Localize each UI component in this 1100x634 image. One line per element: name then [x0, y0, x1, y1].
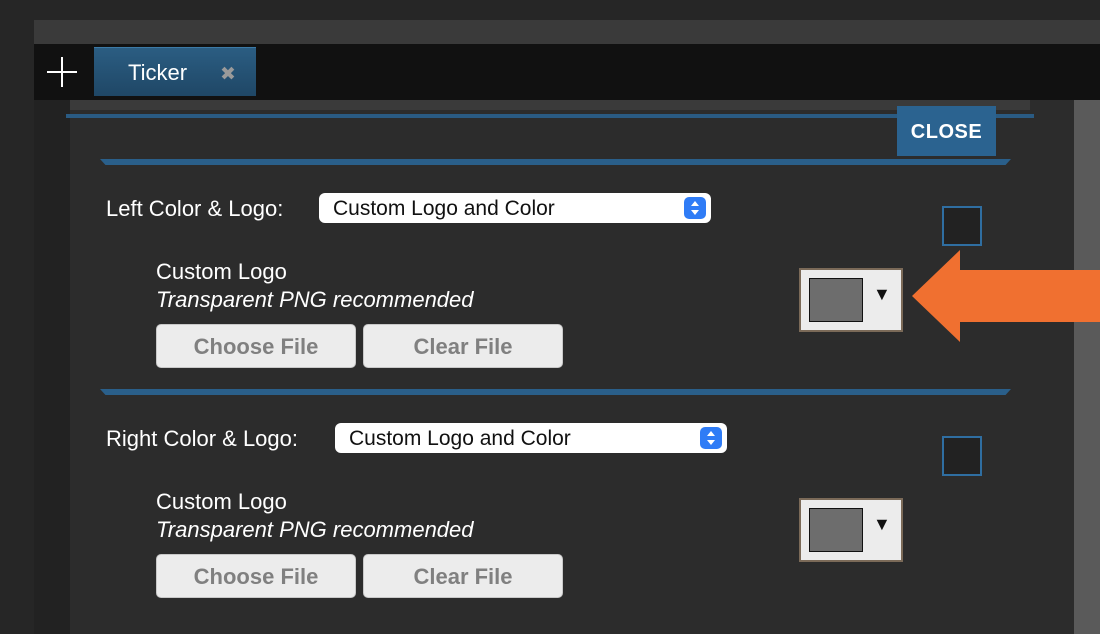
right-gutter	[1030, 100, 1074, 634]
tab-ticker[interactable]: Ticker ✖	[94, 47, 256, 96]
left-logo-select-value: Custom Logo and Color	[333, 197, 555, 220]
right-clear-file-button[interactable]: Clear File	[363, 554, 563, 598]
right-enable-checkbox[interactable]	[942, 436, 982, 476]
left-custom-logo-label: Custom Logo	[156, 259, 287, 284]
right-logo-hint: Transparent PNG recommended	[156, 517, 474, 542]
section-divider	[100, 389, 1011, 395]
left-clear-file-button[interactable]: Clear File	[363, 324, 563, 368]
dropdown-arrow-icon: ▼	[873, 284, 891, 304]
close-button[interactable]: CLOSE	[897, 106, 996, 156]
left-color-swatch	[809, 278, 863, 322]
left-choose-file-button[interactable]: Choose File	[156, 324, 356, 368]
left-color-logo-label: Left Color & Logo:	[106, 196, 284, 221]
dialog-top-border	[66, 114, 1034, 118]
tab-label: Ticker	[128, 60, 188, 85]
scrollbar-track[interactable]	[1074, 100, 1100, 634]
right-custom-logo-label: Custom Logo	[156, 489, 287, 514]
close-icon[interactable]: ✖	[220, 65, 236, 85]
annotation-arrow-icon	[912, 250, 1100, 342]
right-color-swatch	[809, 508, 863, 552]
dropdown-arrow-icon: ▼	[873, 514, 891, 534]
plus-icon[interactable]	[42, 52, 82, 92]
left-logo-select[interactable]: Custom Logo and Color	[319, 193, 711, 223]
select-arrows-icon	[700, 427, 722, 449]
left-gutter	[34, 100, 70, 634]
right-logo-select[interactable]: Custom Logo and Color	[335, 423, 727, 453]
right-color-logo-label: Right Color & Logo:	[106, 426, 298, 451]
right-logo-select-value: Custom Logo and Color	[349, 427, 571, 450]
right-color-picker[interactable]: ▼	[799, 498, 903, 562]
right-choose-file-button[interactable]: Choose File	[156, 554, 356, 598]
left-color-picker[interactable]: ▼	[799, 268, 903, 332]
left-logo-hint: Transparent PNG recommended	[156, 287, 474, 312]
section-divider	[100, 159, 1011, 165]
left-enable-checkbox[interactable]	[942, 206, 982, 246]
select-arrows-icon	[684, 197, 706, 219]
